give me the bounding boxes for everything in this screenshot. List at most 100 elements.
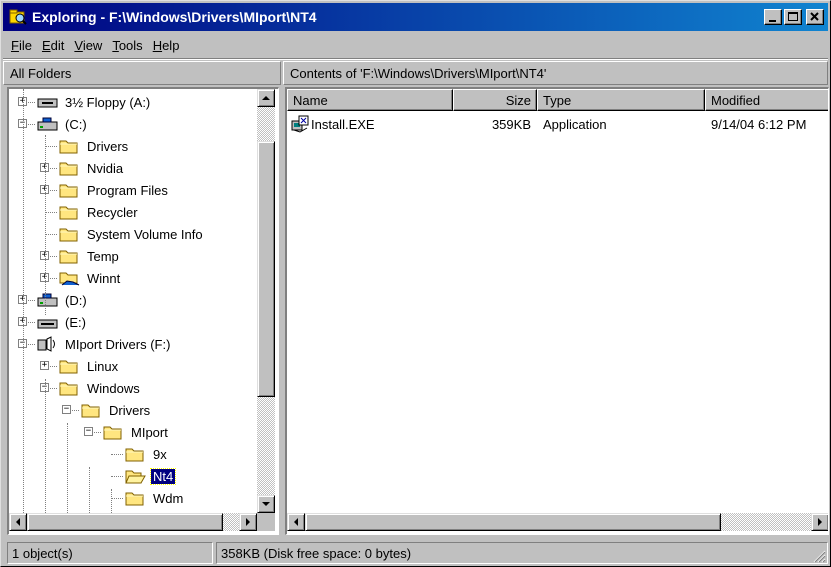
menu-tools[interactable]: Tools	[108, 36, 148, 55]
expand-icon[interactable]: +	[40, 361, 49, 370]
tree-scroll-right-button[interactable]	[239, 513, 257, 531]
menu-edit[interactable]: Edit	[38, 36, 70, 55]
tree-item-label[interactable]: Nvidia	[85, 161, 125, 176]
tree-vertical-scroll-thumb[interactable]	[257, 141, 275, 397]
tree-item[interactable]: Winnt	[59, 267, 122, 289]
open-folder-icon	[125, 470, 146, 484]
file-name[interactable]: Install.EXE	[311, 117, 375, 132]
tree-vertical-scrollbar[interactable]	[257, 89, 275, 513]
contents-scroll-left-button[interactable]	[287, 513, 305, 531]
tree-item[interactable]: MIport	[103, 421, 170, 443]
column-header-size[interactable]: Size	[453, 89, 537, 111]
column-header-type[interactable]: Type	[537, 89, 705, 111]
tree-item-label[interactable]: MIport	[129, 425, 170, 440]
tree-item[interactable]: Drivers	[81, 399, 152, 421]
tree-item-label[interactable]: Temp	[85, 249, 121, 264]
tree-item[interactable]: Linux	[59, 355, 120, 377]
tree-item-label[interactable]: Program Files	[85, 183, 170, 198]
tree-item-label[interactable]: Wdm	[151, 491, 185, 506]
tree-item[interactable]: 3½ Floppy (A:)	[37, 91, 152, 113]
maximize-button[interactable]	[784, 9, 802, 25]
menu-edit-label: dit	[50, 37, 65, 53]
tree-item[interactable]: Nvidia	[59, 157, 125, 179]
file-size: 359KB	[491, 117, 531, 132]
menu-help[interactable]: Help	[149, 36, 186, 55]
tree-item-label[interactable]: Recycler	[85, 205, 140, 220]
tree-item-label[interactable]: Nt4	[149, 467, 177, 485]
file-row[interactable]: Install.EXE 359KB Application 9/14/04 6:…	[287, 115, 827, 135]
tree-item[interactable]: Wdm	[125, 487, 185, 509]
tree-item[interactable]: (C:)	[37, 113, 89, 135]
arrow-down-icon	[262, 502, 270, 506]
tree-item-label[interactable]: (C:)	[63, 117, 89, 132]
tree-item-label[interactable]: (D:)	[63, 293, 89, 308]
arrow-right-icon	[818, 518, 822, 526]
tree-guide-line	[45, 379, 46, 513]
tree-horizontal-scrollbar[interactable]	[9, 513, 257, 531]
folder-icon	[59, 250, 78, 264]
tree-item-label[interactable]: (E:)	[63, 315, 88, 330]
tree-item-label[interactable]: Winnt	[85, 271, 122, 286]
contents-horizontal-scroll-thumb[interactable]	[305, 513, 721, 531]
tree-guide-line	[45, 135, 46, 315]
tree-scroll-left-button[interactable]	[9, 513, 27, 531]
tree-item[interactable]: Drivers	[59, 135, 130, 157]
menu-file-mnemonic: F	[11, 37, 19, 53]
folder-tree-pane[interactable]: 3½ Floppy (A:) + (C:) − Drivers Nvidia + Progra…	[7, 87, 279, 535]
tree-guide-line	[111, 489, 112, 513]
tree-item[interactable]: 9x	[125, 443, 169, 465]
status-object-count: 1 object(s)	[7, 542, 213, 564]
all-folders-header: All Folders	[3, 61, 281, 85]
tree-item[interactable]: Temp	[59, 245, 121, 267]
tree-item-label[interactable]: Linux	[85, 359, 120, 374]
tree-item-label[interactable]: Drivers	[107, 403, 152, 418]
minimize-icon	[769, 20, 776, 22]
hard-drive-icon	[37, 117, 58, 131]
explorer-window: Exploring - F:\Windows\Drivers\MIport\NT…	[0, 0, 831, 567]
tree-item[interactable]: Nt4	[125, 465, 177, 487]
tree-guide-line	[89, 467, 90, 513]
minimize-button[interactable]	[764, 9, 782, 25]
menu-edit-mnemonic: E	[41, 37, 51, 53]
tree-scroll-down-button[interactable]	[257, 495, 275, 513]
tree-item-label[interactable]: Drivers	[85, 139, 130, 154]
tree-item-label[interactable]: System Volume Info	[85, 227, 205, 242]
tree-item-label[interactable]: 9x	[151, 447, 169, 462]
menu-view[interactable]: View	[70, 36, 108, 55]
tree-item-label[interactable]: MIport Drivers (F:)	[63, 337, 172, 352]
tree-item-label[interactable]: 3½ Floppy (A:)	[63, 95, 152, 110]
tree-guide-line	[23, 89, 24, 513]
maximize-icon	[788, 12, 798, 21]
menu-file[interactable]: File	[7, 36, 38, 55]
close-button[interactable]	[806, 9, 824, 25]
tree-item[interactable]: MIport Drivers (F:)	[37, 333, 172, 355]
floppy-drive-icon	[37, 98, 58, 108]
contents-pane[interactable]: Name Size Type Modified Install.EXE 359K…	[285, 87, 829, 535]
status-bar: 1 object(s) 358KB (Disk free space: 0 by…	[3, 541, 828, 565]
title-bar[interactable]: Exploring - F:\Windows\Drivers\MIport\NT…	[3, 3, 828, 31]
column-header-modified[interactable]: Modified	[705, 89, 828, 111]
tree-horizontal-scroll-thumb[interactable]	[27, 513, 223, 531]
tree-item[interactable]: Windows	[59, 377, 142, 399]
collapse-icon[interactable]: −	[62, 405, 71, 414]
folder-icon	[59, 228, 78, 242]
tree-scroll-up-button[interactable]	[257, 89, 275, 107]
file-modified: 9/14/04 6:12 PM	[711, 117, 807, 132]
column-header-name[interactable]: Name	[287, 89, 453, 111]
collapse-icon[interactable]: −	[84, 427, 93, 436]
close-icon	[810, 12, 819, 21]
contents-horizontal-scrollbar[interactable]	[287, 513, 828, 531]
folder-icon	[59, 382, 78, 396]
tree-item[interactable]: System Volume Info	[59, 223, 205, 245]
tree-item[interactable]: Recycler	[59, 201, 140, 223]
tree-item-label[interactable]: Windows	[85, 381, 142, 396]
folder-icon	[59, 360, 78, 374]
resize-grip-icon[interactable]	[812, 549, 826, 563]
tree-item[interactable]: Program Files	[59, 179, 170, 201]
tree-guide-line	[67, 423, 68, 513]
shared-folder-icon	[59, 272, 80, 286]
folder-icon	[59, 162, 78, 176]
menu-help-label: elp	[162, 37, 180, 53]
folder-tree[interactable]: 3½ Floppy (A:) + (C:) − Drivers Nvidia + Progra…	[9, 89, 259, 513]
contents-scroll-right-button[interactable]	[811, 513, 828, 531]
